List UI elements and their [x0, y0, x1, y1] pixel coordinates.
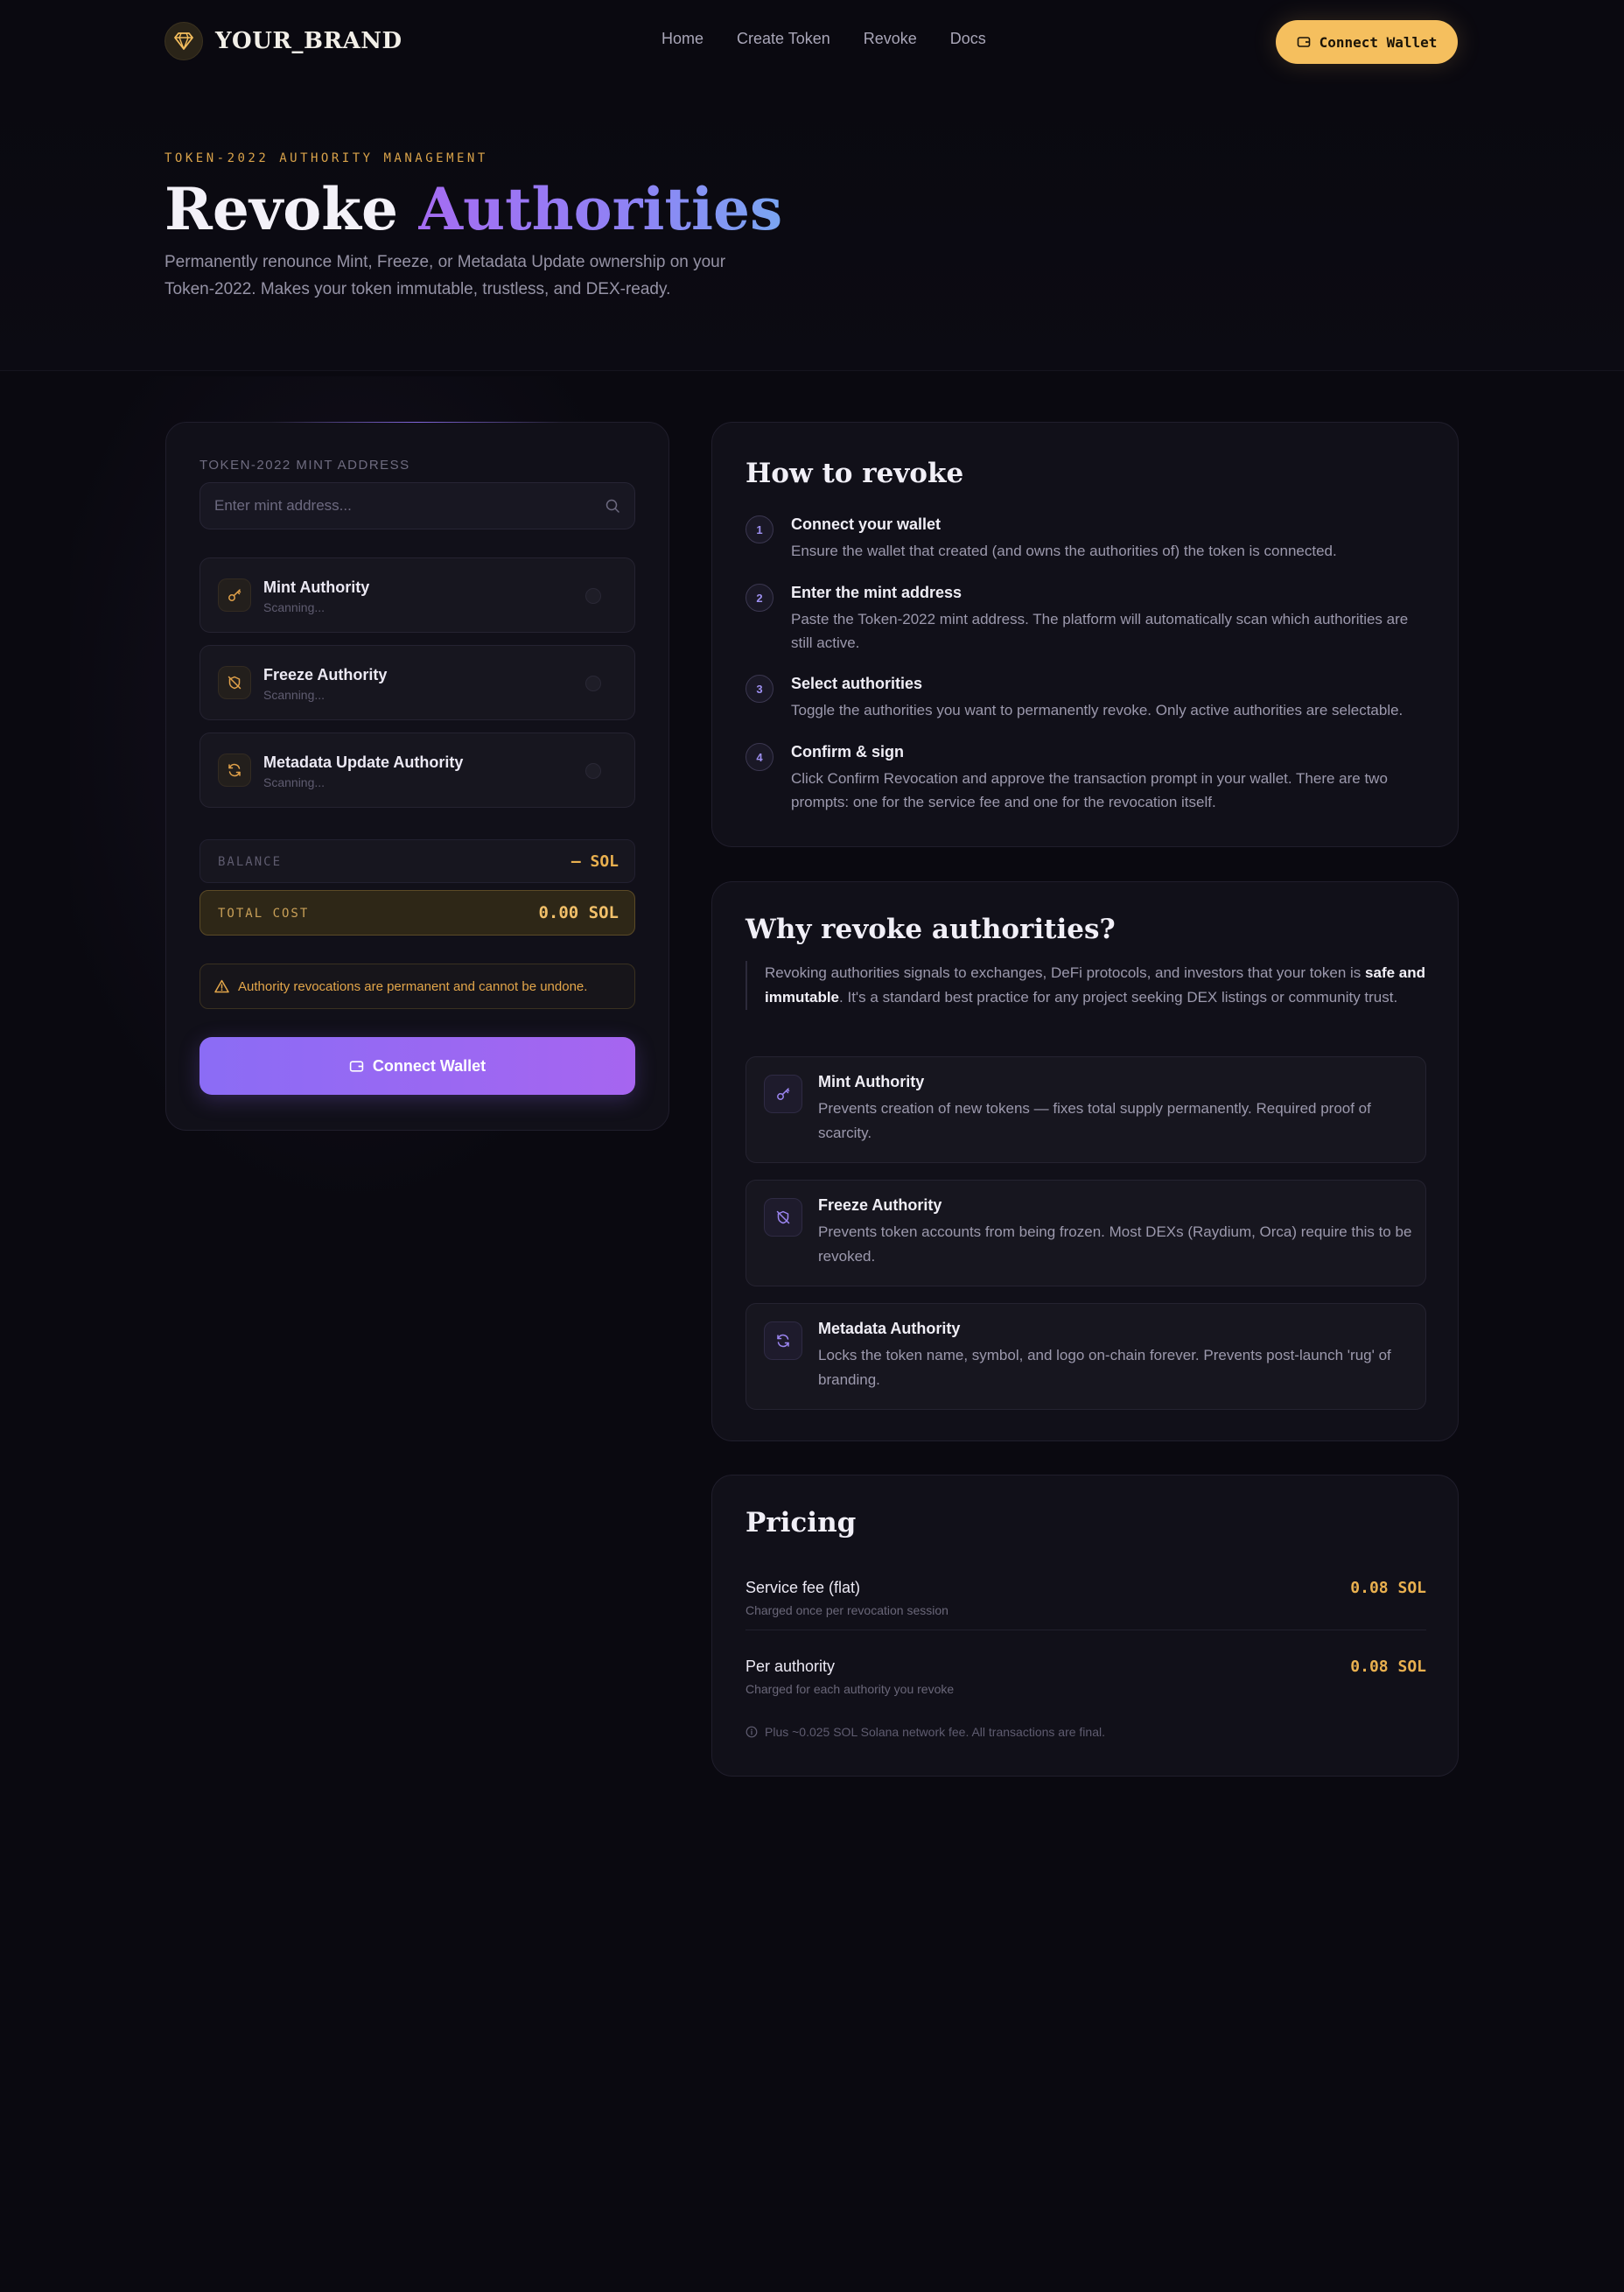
- why-item-title: Freeze Authority: [818, 1196, 942, 1214]
- why-item-description: Locks the token name, symbol, and logo o…: [818, 1347, 1391, 1388]
- authority-toggle[interactable]: [585, 588, 601, 604]
- top-nav: YOUR_BRAND Home Create Token Revoke Docs…: [0, 0, 1624, 84]
- step-title: Confirm & sign: [791, 743, 904, 760]
- step-number: 1: [746, 515, 774, 543]
- pricing-title: Pricing: [746, 1507, 857, 1539]
- step-number: 4: [746, 743, 774, 771]
- mint-input-wrapper: [200, 482, 635, 529]
- authority-row-mint[interactable]: Mint Authority Scanning...: [200, 557, 635, 633]
- why-item-mint: Mint Authority Prevents creation of new …: [746, 1056, 1426, 1163]
- authority-status: Scanning...: [263, 775, 326, 789]
- permanent-warning: Authority revocations are permanent and …: [200, 964, 635, 1009]
- why-item-description: Prevents token accounts from being froze…: [818, 1223, 1412, 1265]
- how-title: How to revoke: [746, 458, 964, 489]
- key-icon: [218, 578, 251, 612]
- footnote-text: Plus ~0.025 SOL Solana network fee. All …: [765, 1725, 1105, 1739]
- authority-toggle[interactable]: [585, 763, 601, 779]
- authority-name: Freeze Authority: [263, 666, 388, 683]
- why-revoke-card: Why revoke authorities? Revoking authori…: [711, 881, 1459, 1441]
- why-item-freeze: Freeze Authority Prevents token accounts…: [746, 1180, 1426, 1286]
- step-description: Click Confirm Revocation and approve the…: [791, 770, 1388, 810]
- step-number: 2: [746, 584, 774, 612]
- brand[interactable]: YOUR_BRAND: [164, 22, 402, 60]
- authority-toggle[interactable]: [585, 676, 601, 691]
- balance-row: BALANCE — SOL: [200, 839, 635, 883]
- search-icon: [606, 499, 620, 513]
- total-cost-label: TOTAL COST: [218, 907, 310, 921]
- cta-label: Connect Wallet: [372, 1056, 486, 1075]
- step-title: Connect your wallet: [791, 515, 942, 533]
- wallet-icon: [1297, 37, 1310, 47]
- title-accent: Authorities: [417, 175, 783, 243]
- authority-name: Mint Authority: [263, 578, 370, 596]
- connect-wallet-label: Connect Wallet: [1319, 33, 1438, 51]
- balance-label: BALANCE: [218, 855, 283, 869]
- step-description: Toggle the authorities you want to perma…: [791, 702, 1404, 718]
- step-number: 3: [746, 675, 774, 703]
- authority-name: Metadata Update Authority: [263, 753, 464, 771]
- step-title: Enter the mint address: [791, 584, 962, 601]
- revoke-form-card: TOKEN-2022 MINT ADDRESS Mint Authority S…: [165, 422, 669, 1131]
- price-name: Service fee (flat): [746, 1579, 861, 1596]
- authority-status: Scanning...: [263, 688, 326, 702]
- warning-triangle-icon: [214, 979, 229, 993]
- diamond-logo-icon: [164, 22, 203, 60]
- authority-status: Scanning...: [263, 600, 326, 614]
- mint-address-label: TOKEN-2022 MINT ADDRESS: [200, 458, 410, 473]
- hero: TOKEN-2022 AUTHORITY MANAGEMENT Revoke A…: [0, 84, 1624, 371]
- refresh-icon: [764, 1321, 802, 1360]
- connect-wallet-button[interactable]: Connect Wallet: [1276, 20, 1458, 64]
- total-cost-value: 0.00 SOL: [538, 903, 619, 922]
- refresh-icon: [218, 753, 251, 787]
- nav-links: Home Create Token Revoke Docs: [662, 30, 1019, 48]
- price-row-per-authority: Per authority Charged for each authority…: [746, 1658, 1426, 1719]
- info-icon: [746, 1726, 758, 1738]
- nav-link-create-token[interactable]: Create Token: [737, 30, 830, 48]
- step-description: Paste the Token-2022 mint address. The p…: [791, 611, 1409, 651]
- nav-link-revoke[interactable]: Revoke: [864, 30, 917, 48]
- why-intro-before: Revoking authorities signals to exchange…: [765, 964, 1366, 981]
- step-description: Ensure the wallet that created (and owns…: [791, 543, 1337, 559]
- why-item-title: Metadata Authority: [818, 1320, 961, 1337]
- price-name: Per authority: [746, 1658, 836, 1675]
- how-to-revoke-card: How to revoke 1 Connect your wallet Ensu…: [711, 422, 1459, 847]
- price-row-service-fee: Service fee (flat) Charged once per revo…: [746, 1579, 1426, 1640]
- authority-row-freeze[interactable]: Freeze Authority Scanning...: [200, 645, 635, 720]
- nav-link-docs[interactable]: Docs: [950, 30, 986, 48]
- balance-value: — SOL: [570, 852, 619, 871]
- pricing-footnote: Plus ~0.025 SOL Solana network fee. All …: [746, 1725, 1105, 1739]
- brand-name: YOUR_BRAND: [215, 28, 402, 54]
- wallet-icon: [349, 1060, 364, 1072]
- price-value: 0.08 SOL: [1350, 1658, 1426, 1676]
- hero-eyebrow: TOKEN-2022 AUTHORITY MANAGEMENT: [164, 151, 488, 165]
- key-icon: [764, 1075, 802, 1113]
- why-item-metadata: Metadata Authority Locks the token name,…: [746, 1303, 1426, 1410]
- nav-link-home[interactable]: Home: [662, 30, 704, 48]
- mint-address-input[interactable]: [214, 497, 605, 515]
- why-item-title: Mint Authority: [818, 1073, 925, 1090]
- price-value: 0.08 SOL: [1350, 1579, 1426, 1597]
- why-item-description: Prevents creation of new tokens — fixes …: [818, 1100, 1371, 1141]
- snowflake-off-icon: [218, 666, 251, 699]
- snowflake-off-icon: [764, 1198, 802, 1237]
- step-title: Select authorities: [791, 675, 923, 692]
- price-note: Charged for each authority you revoke: [746, 1682, 955, 1696]
- warning-text: Authority revocations are permanent and …: [238, 978, 588, 994]
- why-intro: Revoking authorities signals to exchange…: [746, 961, 1426, 1010]
- page-title: Revoke Authorities: [164, 175, 782, 243]
- connect-wallet-cta-button[interactable]: Connect Wallet: [200, 1037, 635, 1095]
- total-cost-row: TOTAL COST 0.00 SOL: [200, 890, 635, 936]
- why-intro-after: . It's a standard best practice for any …: [839, 989, 1398, 1006]
- price-note: Charged once per revocation session: [746, 1603, 948, 1617]
- pricing-card: Pricing Service fee (flat) Charged once …: [711, 1475, 1459, 1777]
- title-plain: Revoke: [164, 175, 418, 243]
- hero-subtitle: Permanently renounce Mint, Freeze, or Me…: [164, 253, 726, 298]
- authority-row-metadata[interactable]: Metadata Update Authority Scanning...: [200, 732, 635, 808]
- why-title: Why revoke authorities?: [746, 914, 1116, 945]
